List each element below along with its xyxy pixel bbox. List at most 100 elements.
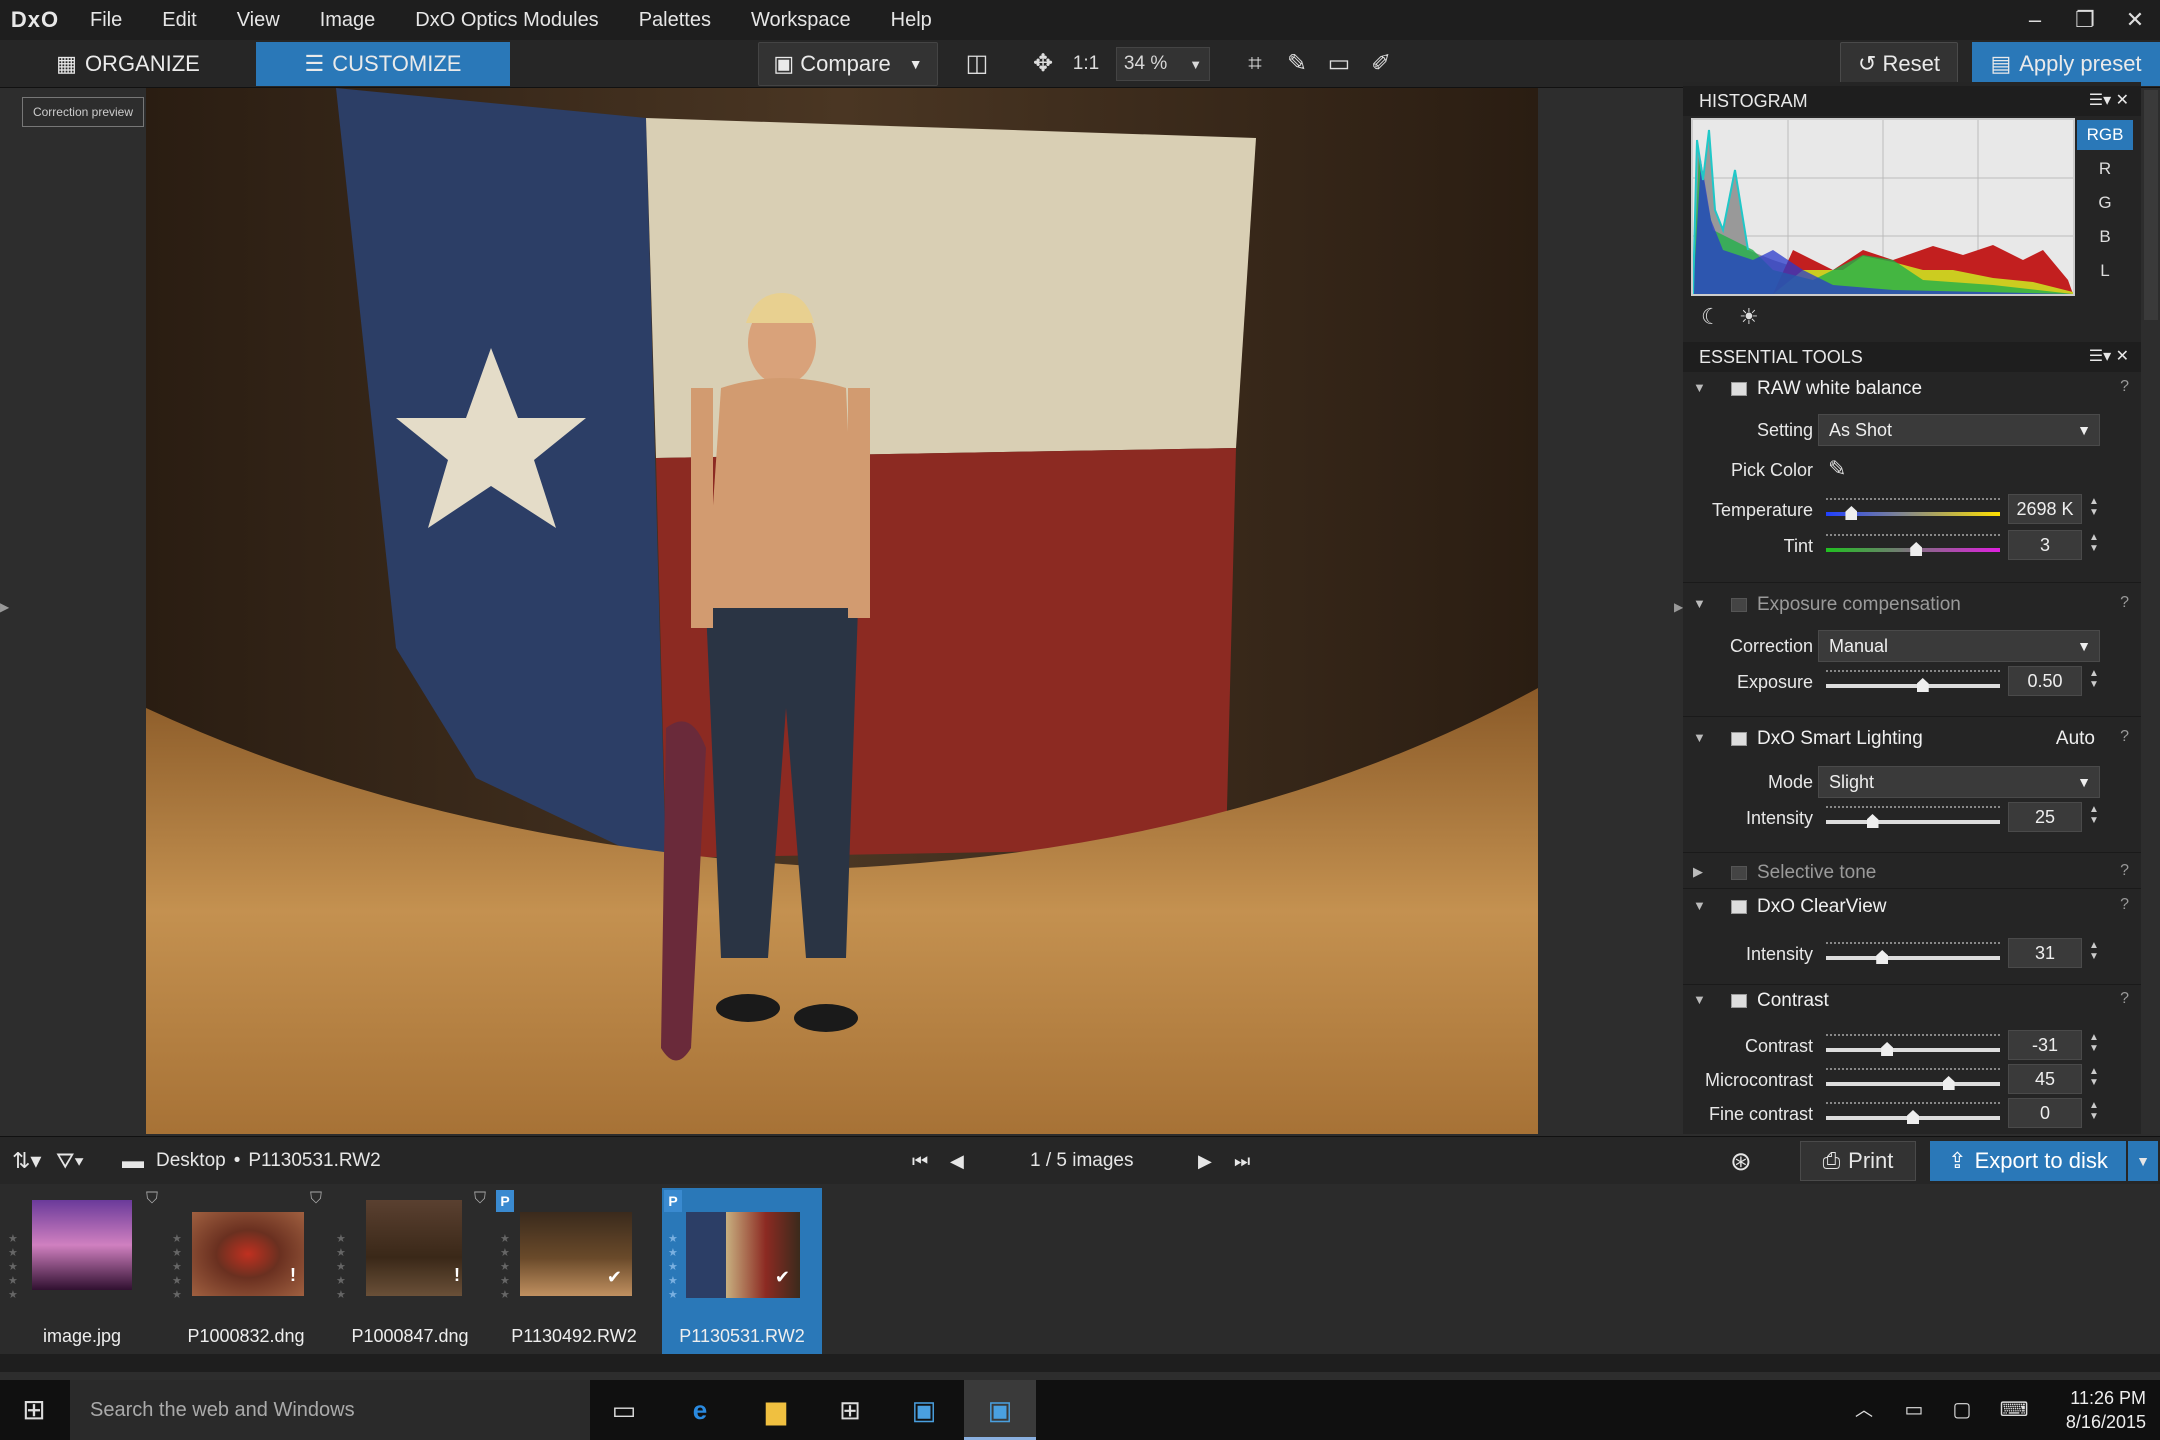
tab-customize[interactable]: ☰ CUSTOMIZE <box>256 42 510 86</box>
right-panel-arrow-icon[interactable]: ▶ <box>1674 600 1683 614</box>
contrast-slider[interactable] <box>1826 1030 2000 1060</box>
spinner-icon[interactable]: ▲ ▼ <box>2087 1032 2101 1054</box>
spinner-icon[interactable]: ▲ ▼ <box>2087 1100 2101 1122</box>
channel-rgb[interactable]: RGB <box>2077 120 2133 150</box>
exposure-input[interactable]: 0.50 <box>2008 666 2082 696</box>
panel-scrollbar[interactable] <box>2144 90 2158 320</box>
exposure-slider[interactable] <box>1826 666 2000 696</box>
fine-contrast-slider[interactable] <box>1826 1098 2000 1128</box>
minimize-button[interactable]: – <box>2010 0 2060 40</box>
store-icon[interactable]: ⊞ <box>826 1390 874 1430</box>
help-icon[interactable]: ? <box>2120 594 2129 612</box>
breadcrumb-folder[interactable]: Desktop <box>156 1150 226 1172</box>
main-photo[interactable] <box>146 88 1538 1134</box>
rating-stars[interactable]: ★ ★ ★ ★ ★ <box>8 1232 18 1302</box>
rating-stars[interactable]: ★ ★ ★ ★ ★ <box>668 1232 678 1302</box>
triangle-down-icon[interactable]: ▼ <box>1693 730 1706 745</box>
clearview-intensity-input[interactable]: 31 <box>2008 938 2082 968</box>
chevron-up-icon[interactable]: ︿ <box>1840 1390 1888 1430</box>
help-icon[interactable]: ? <box>2120 862 2129 880</box>
sort-icon[interactable]: ⇅▾ <box>12 1137 41 1185</box>
keyboard-icon[interactable]: ⌨ <box>1990 1390 2038 1430</box>
exposure-compensation-header[interactable]: ▼ Exposure compensation ? <box>1683 590 2141 620</box>
channel-l[interactable]: L <box>2077 256 2133 286</box>
fine-contrast-input[interactable]: 0 <box>2008 1098 2082 1128</box>
microcontrast-input[interactable]: 45 <box>2008 1064 2082 1094</box>
process-icon[interactable]: ⊛ <box>1730 1137 1752 1185</box>
smart-lighting-header[interactable]: ▼ DxO Smart Lighting Auto ? <box>1683 724 2141 754</box>
restore-button[interactable]: ❐ <box>2060 0 2110 40</box>
slider-thumb[interactable] <box>1876 950 1889 964</box>
triangle-down-icon[interactable]: ▼ <box>1693 992 1706 1007</box>
contrast-input[interactable]: -31 <box>2008 1030 2082 1060</box>
first-image-icon[interactable]: ⏮ <box>912 1137 928 1185</box>
menu-edit[interactable]: Edit <box>142 0 216 40</box>
spinner-icon[interactable]: ▲ ▼ <box>2087 804 2101 826</box>
menu-file[interactable]: File <box>70 0 142 40</box>
tint-slider[interactable] <box>1826 530 2000 560</box>
wb-setting-dropdown[interactable]: As Shot ▼ <box>1818 414 2100 446</box>
eyedropper-icon[interactable]: ✎ <box>1828 456 1846 482</box>
clearview-header[interactable]: ▼ DxO ClearView ? <box>1683 892 2141 922</box>
spinner-icon[interactable]: ▲ ▼ <box>2087 496 2101 518</box>
next-image-icon[interactable]: ▶ <box>1198 1137 1212 1185</box>
triangle-down-icon[interactable]: ▼ <box>1693 596 1706 611</box>
mode-dropdown[interactable]: Slight ▼ <box>1818 766 2100 798</box>
microcontrast-slider[interactable] <box>1826 1064 2000 1094</box>
raw-wb-checkbox[interactable] <box>1731 382 1747 396</box>
filmstrip-scrollbar[interactable] <box>0 1354 2160 1372</box>
horizon-icon[interactable]: ▭ <box>1322 48 1356 80</box>
correction-dropdown[interactable]: Manual ▼ <box>1818 630 2100 662</box>
edge-browser-icon[interactable]: e <box>676 1390 724 1430</box>
help-icon[interactable]: ? <box>2120 378 2129 396</box>
notifications-icon[interactable]: ▢ <box>1938 1390 1986 1430</box>
file-explorer-icon[interactable]: ▆ <box>752 1390 800 1430</box>
filter-icon[interactable]: ⛛▾ <box>56 1137 84 1185</box>
triangle-right-icon[interactable]: ▶ <box>1693 864 1703 880</box>
triangle-down-icon[interactable]: ▼ <box>1693 898 1706 913</box>
crop-icon[interactable]: ⌗ <box>1238 48 1272 80</box>
slider-thumb[interactable] <box>1910 542 1923 556</box>
channel-r[interactable]: R <box>2077 154 2133 184</box>
slider-thumb[interactable] <box>1916 678 1929 692</box>
windows-start-icon[interactable]: ⊞ <box>10 1390 58 1430</box>
rating-stars[interactable]: ★ ★ ★ ★ ★ <box>336 1232 346 1302</box>
split-view-icon[interactable]: ◫ <box>960 48 994 80</box>
close-button[interactable]: ✕ <box>2110 0 2160 40</box>
help-icon[interactable]: ? <box>2120 728 2129 746</box>
dxo-opticspro-taskbar-icon[interactable]: ▣ <box>964 1380 1036 1440</box>
thumbnail-item[interactable]: ! ★ ★ ★ ★ ★ ⛉ P1000847.dng <box>330 1188 490 1354</box>
smart-lighting-intensity-input[interactable]: 25 <box>2008 802 2082 832</box>
export-to-disk-button[interactable]: ⇪ Export to disk <box>1930 1141 2126 1181</box>
highlight-clipping-icon[interactable]: ☀ <box>1739 304 1759 330</box>
menu-image[interactable]: Image <box>300 0 396 40</box>
slider-thumb[interactable] <box>1907 1110 1919 1124</box>
last-image-icon[interactable]: ⏭ <box>1234 1137 1250 1185</box>
shadow-clipping-icon[interactable]: ☾ <box>1701 304 1721 330</box>
print-button[interactable]: ⎙ Print <box>1800 1141 1916 1181</box>
spinner-icon[interactable]: ▲ ▼ <box>2087 940 2101 962</box>
rating-stars[interactable]: ★ ★ ★ ★ ★ <box>500 1232 510 1302</box>
smart-lighting-intensity-slider[interactable] <box>1826 802 2000 832</box>
reset-button[interactable]: ↺ Reset <box>1840 42 1958 86</box>
battery-icon[interactable]: ▭ <box>1890 1390 1938 1430</box>
selective-tone-header[interactable]: ▶ Selective tone ? <box>1683 858 2141 888</box>
slider-thumb[interactable] <box>1866 814 1879 828</box>
slider-thumb[interactable] <box>1942 1076 1955 1090</box>
eyedropper-icon[interactable]: ✎ <box>1280 48 1314 80</box>
channel-b[interactable]: B <box>2077 222 2133 252</box>
triangle-down-icon[interactable]: ▼ <box>1693 380 1706 395</box>
clearview-checkbox[interactable] <box>1731 900 1747 914</box>
previous-image-icon[interactable]: ◀ <box>950 1137 964 1185</box>
tab-organize[interactable]: ▦ ORGANIZE <box>0 42 256 86</box>
photos-app-icon[interactable]: ▣ <box>900 1390 948 1430</box>
tint-input[interactable]: 3 <box>2008 530 2082 560</box>
contrast-checkbox[interactable] <box>1731 994 1747 1008</box>
menu-optics-modules[interactable]: DxO Optics Modules <box>395 0 618 40</box>
clearview-intensity-slider[interactable] <box>1826 938 2000 968</box>
repair-icon[interactable]: ✐ <box>1364 48 1398 80</box>
raw-white-balance-header[interactable]: ▼ RAW white balance ? <box>1683 374 2141 404</box>
one-to-one-button[interactable]: 1:1 <box>1066 48 1106 80</box>
thumbnail-item[interactable]: ★ ★ ★ ★ ★ ⛉ image.jpg <box>2 1188 162 1354</box>
exposure-checkbox[interactable] <box>1731 598 1747 612</box>
